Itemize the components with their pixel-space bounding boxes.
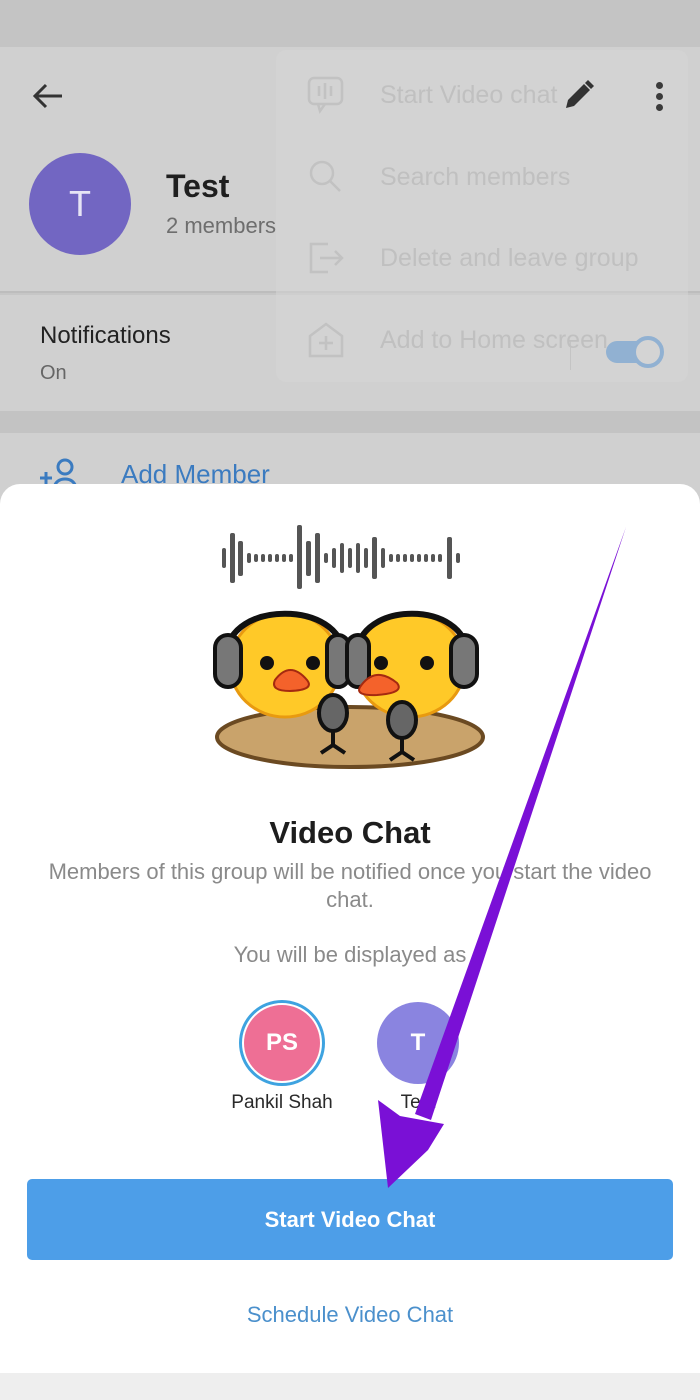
sheet-title: Video Chat: [269, 815, 431, 850]
notifications-status: On: [40, 362, 67, 384]
arrow-left-icon: [32, 83, 62, 109]
ducks-podcast-illustration: [213, 525, 485, 769]
more-vertical-icon-dot: [655, 81, 663, 89]
nav-bar-area: [0, 1373, 700, 1400]
avatar: PS: [244, 1005, 320, 1081]
display-as-label: You will be displayed as: [233, 942, 467, 967]
selected-ring: PS: [239, 1000, 325, 1086]
search-icon: [309, 160, 341, 192]
sheet-description: Members of this group will be notified o…: [48, 859, 652, 912]
group-member-count: 2 members: [166, 213, 277, 238]
add-home-icon: [308, 322, 344, 358]
menu-item-start-video-chat[interactable]: Start Video chat: [276, 55, 688, 135]
account-name: Test: [400, 1092, 436, 1113]
pencil-icon: [566, 80, 594, 108]
unselected-ring: T: [375, 1000, 461, 1086]
table: [215, 705, 485, 769]
avatar: T: [377, 1002, 459, 1084]
edit-button[interactable]: [558, 78, 598, 114]
account-name: Pankil Shah: [231, 1092, 333, 1113]
menu-item-add-home[interactable]: Add to Home screen: [276, 300, 688, 380]
voice-chat-icon: [307, 76, 344, 114]
schedule-video-chat-button[interactable]: Schedule Video Chat: [0, 1302, 700, 1328]
section-gap: [0, 411, 700, 433]
group-avatar[interactable]: T: [29, 153, 131, 255]
menu-item-delete-leave[interactable]: Delete and leave group: [276, 218, 688, 298]
back-button[interactable]: [28, 78, 68, 114]
duck-right: [345, 610, 479, 719]
menu-item-search-members[interactable]: Search members: [276, 137, 688, 217]
more-options-button[interactable]: [644, 78, 674, 114]
overflow-menu: Start Video chat Search members Delete a…: [276, 50, 688, 382]
start-video-chat-button[interactable]: Start Video Chat: [27, 1179, 673, 1260]
logout-icon: [309, 242, 344, 274]
status-bar: [0, 0, 700, 47]
notifications-title: Notifications: [40, 322, 171, 349]
account-option-test[interactable]: T Test: [358, 1000, 478, 1114]
group-title: Test: [166, 168, 230, 204]
account-option-pankil-shah[interactable]: PS Pankil Shah: [222, 1000, 342, 1114]
sound-wave: [222, 525, 460, 589]
more-vertical-icon-dot: [655, 92, 663, 100]
more-vertical-icon-dot: [655, 103, 663, 111]
